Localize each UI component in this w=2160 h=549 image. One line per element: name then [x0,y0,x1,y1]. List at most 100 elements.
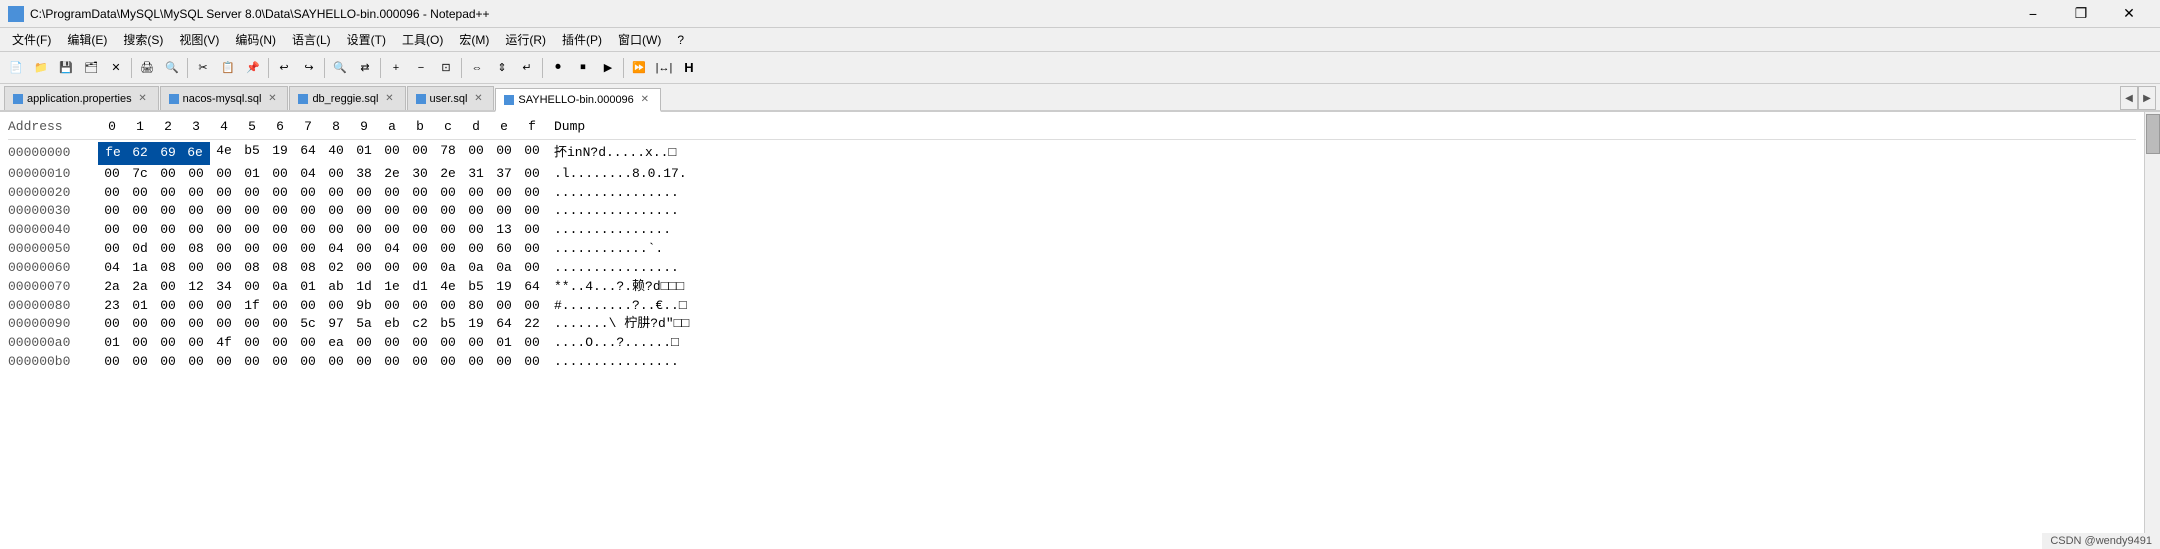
hex-byte[interactable]: 00 [518,142,546,165]
tab-close-0[interactable]: ✕ [136,92,150,106]
hex-byte[interactable]: 00 [154,184,182,203]
hex-byte[interactable]: 60 [490,240,518,259]
find-button[interactable]: 🔍 [328,56,352,80]
new-button[interactable]: 📄 [4,56,28,80]
tab-close-2[interactable]: ✕ [383,92,397,106]
hex-byte[interactable]: 00 [154,221,182,240]
hex-byte[interactable]: 1a [126,259,154,278]
hex-byte[interactable]: ea [322,334,350,353]
hex-byte[interactable]: 00 [462,202,490,221]
hex-byte[interactable]: 00 [490,142,518,165]
scroll-thumb[interactable] [2146,114,2160,154]
hex-byte[interactable]: 00 [238,221,266,240]
hex-byte[interactable]: 00 [322,165,350,184]
table-row[interactable]: 000000a0010000004f000000ea00000000000100… [8,334,2136,353]
tab-close-1[interactable]: ✕ [265,92,279,106]
hex-byte[interactable]: 00 [238,240,266,259]
hex-byte[interactable]: 00 [406,142,434,165]
hex-byte[interactable]: 22 [518,315,546,334]
hex-byte[interactable]: 00 [98,315,126,334]
hex-byte[interactable]: b5 [462,278,490,297]
hex-byte[interactable]: 00 [182,221,210,240]
hex-byte[interactable]: 62 [126,142,154,165]
table-row[interactable]: 000000b000000000000000000000000000000000… [8,353,2136,372]
hex-byte[interactable]: 5c [294,315,322,334]
hex-byte[interactable]: 13 [490,221,518,240]
hex-byte[interactable]: 00 [434,202,462,221]
menu-settings[interactable]: 设置(T) [339,28,394,51]
tab-sayhello-bin[interactable]: SAYHELLO-bin.000096 ✕ [495,88,660,112]
hex-byte[interactable]: 19 [266,142,294,165]
hex-byte[interactable]: 00 [462,221,490,240]
hex-byte[interactable]: 00 [210,240,238,259]
hex-byte[interactable]: 00 [126,202,154,221]
hex-byte[interactable]: 04 [378,240,406,259]
hex-byte[interactable]: 00 [406,334,434,353]
menu-plugins[interactable]: 插件(P) [554,28,610,51]
hex-byte[interactable]: 00 [266,334,294,353]
hex-byte[interactable]: 00 [98,184,126,203]
undo-button[interactable]: ↩ [272,56,296,80]
hex-byte[interactable]: 08 [182,240,210,259]
hex-byte[interactable]: 00 [182,165,210,184]
hex-byte[interactable]: 00 [378,221,406,240]
hex-byte[interactable]: 00 [154,297,182,316]
hex-byte[interactable]: 00 [518,334,546,353]
hex-byte[interactable]: 00 [378,202,406,221]
hex-byte[interactable]: 00 [238,353,266,372]
hex-byte[interactable]: 00 [154,353,182,372]
hex-byte[interactable]: 00 [378,353,406,372]
hex-byte[interactable]: 00 [462,184,490,203]
table-row[interactable]: 000000702a2a001234000a01ab1d1ed14eb51964… [8,278,2136,297]
copy-button[interactable]: 📋 [216,56,240,80]
menu-run[interactable]: 运行(R) [497,28,554,51]
record-macro-button[interactable]: ⏺ [546,56,570,80]
hex-byte[interactable]: 19 [462,315,490,334]
hex-byte[interactable]: 00 [182,184,210,203]
hex-byte[interactable]: 00 [350,259,378,278]
hex-byte[interactable]: 00 [182,315,210,334]
hex-byte[interactable]: 30 [406,165,434,184]
hex-byte[interactable]: 00 [294,240,322,259]
hex-byte[interactable]: 00 [238,278,266,297]
hex-byte[interactable]: 00 [350,240,378,259]
hex-byte[interactable]: 0d [126,240,154,259]
hex-byte[interactable]: 00 [322,202,350,221]
tab-scroll-left[interactable]: ◀ [2120,86,2138,110]
hex-byte[interactable]: 00 [182,353,210,372]
hex-byte[interactable]: 00 [266,315,294,334]
hex-byte[interactable]: 00 [322,297,350,316]
hex-byte[interactable]: c2 [406,315,434,334]
hex-byte[interactable]: 00 [182,297,210,316]
hex-byte[interactable]: 2e [378,165,406,184]
hex-byte[interactable]: 00 [462,334,490,353]
hex-byte[interactable]: 00 [126,184,154,203]
menu-search[interactable]: 搜索(S) [115,28,171,51]
hex-byte[interactable]: 00 [378,142,406,165]
restore-button[interactable]: ❐ [2058,0,2104,28]
hex-byte[interactable]: 00 [154,202,182,221]
menu-tools[interactable]: 工具(O) [394,28,451,51]
hex-byte[interactable]: 00 [238,184,266,203]
tab-scroll-right-btn[interactable]: ▶ [2138,86,2156,110]
hex-byte[interactable]: 00 [210,184,238,203]
tab-db-reggie-sql[interactable]: db_reggie.sql ✕ [289,86,405,110]
hex-byte[interactable]: 00 [238,202,266,221]
menu-file[interactable]: 文件(F) [4,28,59,51]
hex-byte[interactable]: 00 [434,240,462,259]
hex-byte[interactable]: 01 [98,334,126,353]
hex-byte[interactable]: 4e [210,142,238,165]
hex-byte[interactable]: 00 [462,240,490,259]
menu-help[interactable]: ? [669,28,692,51]
hex-byte[interactable]: 00 [98,165,126,184]
hex-byte[interactable]: 0a [266,278,294,297]
hex-byte[interactable]: 00 [294,184,322,203]
hex-byte[interactable]: 6e [182,142,210,165]
hex-byte[interactable]: 00 [182,202,210,221]
hex-byte[interactable]: 08 [266,259,294,278]
menu-window[interactable]: 窗口(W) [610,28,669,51]
hex-byte[interactable]: 80 [462,297,490,316]
hex-byte[interactable]: 00 [266,202,294,221]
menu-edit[interactable]: 编辑(E) [59,28,115,51]
hex-byte[interactable]: 2a [126,278,154,297]
